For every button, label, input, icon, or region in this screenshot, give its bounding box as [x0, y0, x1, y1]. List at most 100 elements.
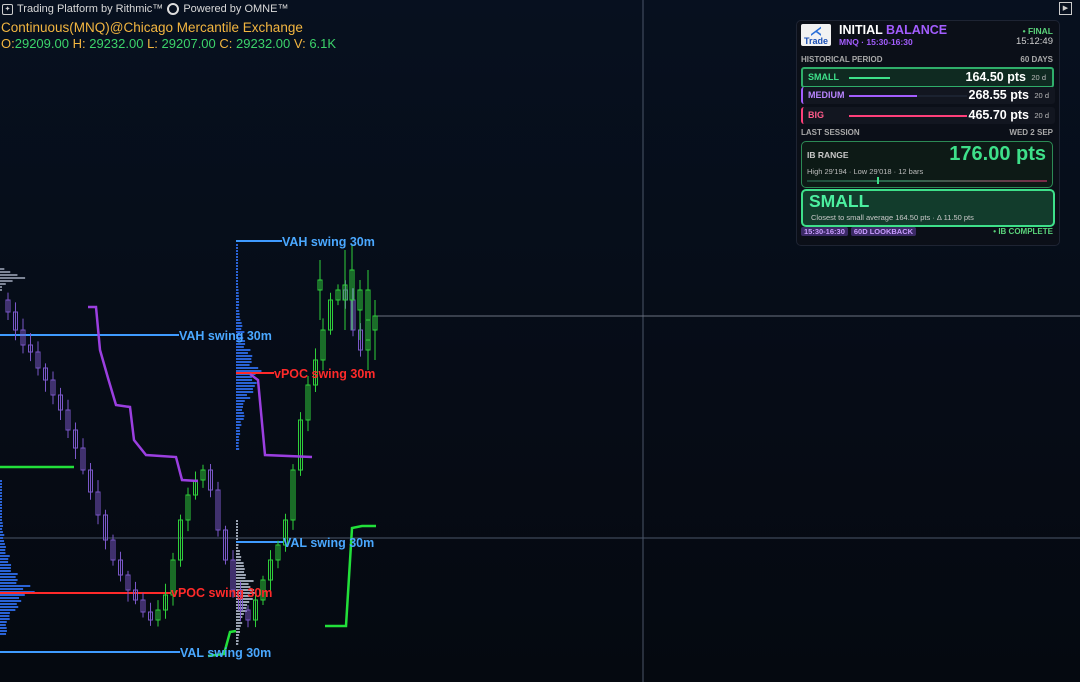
volume-profile-bar — [0, 546, 6, 548]
footer-tag-lookback: 60D LOOKBACK — [850, 227, 917, 236]
volume-profile-bar — [236, 268, 238, 270]
volume-profile-bar — [0, 480, 2, 482]
ib-range-marker — [877, 177, 879, 184]
row-days: 20 d — [1034, 111, 1049, 120]
volume-profile-bar — [236, 631, 241, 633]
volume-profile-bar — [236, 547, 239, 549]
volume-profile-bar — [0, 274, 18, 276]
volume-profile-bar — [236, 634, 240, 636]
volume-profile-bar — [0, 585, 31, 587]
val-swing-label-upper: VAL swing 30m — [283, 536, 375, 550]
ib-row-small: SMALL 164.50 pts 20 d — [801, 67, 1054, 88]
volume-profile-bar — [236, 283, 238, 285]
volume-profile-bar — [0, 271, 11, 273]
volume-profile-bar — [0, 603, 17, 605]
volume-profile-bar — [0, 504, 2, 506]
volume-profile-bar — [0, 615, 10, 617]
volume-profile-bar — [236, 244, 238, 246]
volume-profile-bar — [0, 582, 17, 584]
volume-profile-bar — [236, 448, 240, 450]
volume-profile-bar — [236, 409, 243, 411]
volume-profile-bar — [236, 556, 242, 558]
row-days: 20 d — [1031, 73, 1046, 82]
volume-profile-bar — [236, 433, 241, 435]
volume-profile-bar — [236, 562, 244, 564]
volume-profile-bar — [236, 568, 245, 570]
volume-profile-bar — [236, 262, 238, 264]
volume-profile-bar — [0, 525, 4, 527]
panel-title-b: BALANCE — [886, 23, 948, 37]
volume-profile-bar — [236, 604, 248, 606]
ib-range-value: 176.00 pts — [949, 143, 1046, 165]
volume-profile-bar — [236, 253, 238, 255]
volume-profile-bar — [236, 640, 239, 642]
volume-profile-bar — [236, 538, 238, 540]
trade-logo-icon: ⋌ — [810, 24, 822, 38]
volume-profile-bar — [0, 516, 2, 518]
volume-profile-bar — [236, 424, 242, 426]
expand-panel-icon[interactable]: ▶ — [1059, 2, 1072, 15]
volume-profile-bar — [236, 529, 238, 531]
powered-text: Powered by OMNE™ — [183, 3, 289, 15]
volume-profile-bar — [236, 400, 245, 402]
volume-profile-bar — [0, 555, 10, 557]
initial-balance-panel: ⋌ Trade INITIAL BALANCE MNQ · 15:30-16:30… — [796, 20, 1060, 246]
volume-profile-bar — [236, 427, 240, 429]
volume-profile-bar — [236, 271, 238, 273]
volume-profile-bar — [0, 510, 2, 512]
volume-profile-bar — [0, 549, 6, 551]
volume-profile-bar — [236, 316, 240, 318]
instrument-title: Continuous(MNQ)@Chicago Mercantile Excha… — [1, 20, 303, 35]
volume-profile-bar — [0, 507, 2, 509]
volume-profile-bar — [236, 349, 251, 351]
volume-profile-bar — [0, 588, 24, 590]
trade-logo: ⋌ Trade — [801, 24, 831, 46]
row-value: 465.70 pts — [968, 108, 1029, 122]
volume-profile-bar — [236, 430, 240, 432]
ib-range-label: IB RANGE — [807, 150, 849, 160]
volume-profile-bar — [0, 621, 7, 623]
volume-profile-bar — [236, 565, 244, 567]
panel-title-a: INITIAL — [839, 23, 883, 37]
rithmic-logo-icon: ✦ — [2, 3, 13, 15]
volume-value: 6.1K — [309, 36, 337, 51]
volume-profile-bar — [236, 277, 238, 279]
volume-profile-bar — [236, 361, 252, 363]
volume-profile-bar — [0, 268, 5, 270]
volume-profile-bar — [0, 558, 9, 560]
volume-profile-bar — [0, 534, 5, 536]
classification-note: Closest to small average 164.50 pts · Δ … — [811, 213, 974, 222]
volume-profile-bar — [236, 607, 247, 609]
classification-value: SMALL — [809, 191, 870, 211]
volume-profile-bar — [0, 280, 13, 282]
volume-profile-bar — [0, 624, 6, 626]
volume-profile-bar — [0, 597, 20, 599]
volume-profile-bar — [236, 445, 239, 447]
row-bar — [849, 95, 917, 97]
final-status: • FINAL — [1022, 26, 1053, 36]
volume-profile-bar — [0, 522, 3, 524]
volume-profile-bar — [0, 519, 2, 521]
volume-profile-bar — [0, 289, 2, 291]
volume-profile-bar — [236, 247, 238, 249]
footer-tag-session: 15:30-16:30 — [801, 227, 848, 236]
last-session-label: LAST SESSION — [801, 128, 860, 137]
volume-profile-bar — [0, 606, 19, 608]
volume-profile-bar — [236, 622, 243, 624]
volume-profile-bar — [0, 627, 7, 629]
volume-profile-bar — [236, 550, 240, 552]
omne-logo-icon — [167, 3, 180, 15]
volume-profile-bar — [0, 277, 26, 279]
ib-range-stats: High 29'194 · Low 29'018 · 12 bars — [807, 167, 924, 176]
ohlc-readout: O:29209.00 H: 29232.00 L: 29207.00 C: 29… — [1, 36, 336, 51]
row-value: 268.55 pts — [968, 88, 1029, 102]
volume-profile-bar — [0, 286, 2, 288]
row-bar — [849, 77, 890, 79]
volume-profile-bar — [0, 609, 16, 611]
volume-profile-bar — [236, 388, 253, 390]
volume-profile-bar — [0, 498, 2, 500]
vpoc-swing-label-upper: vPOC swing 30m — [274, 367, 376, 381]
vpoc-swing-label-lower: vPOC swing 30m — [171, 586, 273, 600]
volume-profile-bar — [0, 489, 2, 491]
volume-profile-bar — [236, 616, 243, 618]
